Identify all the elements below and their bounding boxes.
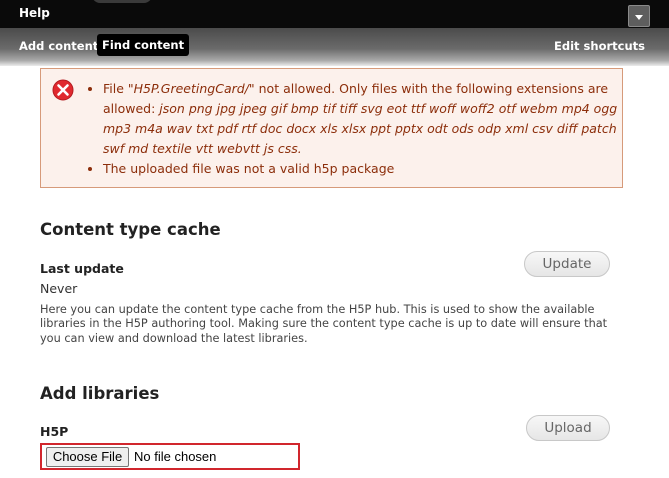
no-file-chosen-text: No file chosen [134,449,217,464]
allowed-extensions: json png jpg jpeg gif bmp tif tiff svg e… [103,101,618,156]
content-type-cache-heading: Content type cache [40,220,221,239]
chevron-down-icon [635,15,643,20]
update-button[interactable]: Update [524,251,610,277]
edit-shortcuts-link[interactable]: Edit shortcuts [550,37,649,55]
h5p-file-input[interactable]: Choose File No file chosen [40,443,300,470]
upload-button[interactable]: Upload [526,415,610,441]
h5p-file-label: H5P [40,424,69,439]
cache-description: Here you can update the content type cac… [40,303,608,345]
last-update-label: Last update [40,261,124,276]
error-icon [52,79,74,101]
help-tab[interactable]: Help [19,6,50,20]
add-libraries-heading: Add libraries [40,384,160,403]
error-filename: H5P.GreetingCard/ [133,81,249,96]
last-update-value: Never [40,281,78,296]
choose-file-button[interactable]: Choose File [46,447,129,467]
error-item: The uploaded file was not a valid h5p pa… [103,159,623,179]
add-content-link[interactable]: Add content [15,37,102,55]
error-list: File "H5P.GreetingCard/" not allowed. On… [85,79,623,179]
toolbar-tab-edge [92,0,152,3]
admin-toolbar: Help [0,0,669,28]
find-content-link[interactable]: Find content [97,34,190,56]
toolbar-toggle-button[interactable] [628,5,650,27]
error-message: File "H5P.GreetingCard/" not allowed. On… [40,68,623,188]
shortcuts-tray: Add content Find content Edit shortcuts [0,28,669,66]
error-item: File "H5P.GreetingCard/" not allowed. On… [103,79,623,159]
